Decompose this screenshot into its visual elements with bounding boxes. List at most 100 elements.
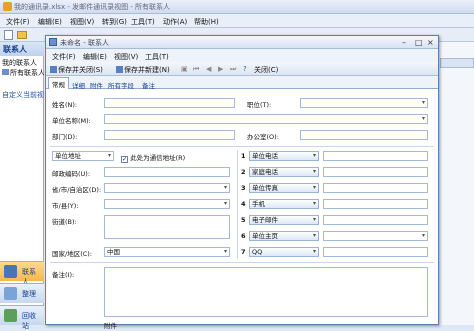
phone-3-type[interactable]: 单位传真 xyxy=(249,183,319,193)
main-menu-bar: 文件(F) 编辑(E) 视图(V) 转到(G) 工具(T) 动作(A) 帮助(H… xyxy=(0,14,474,28)
general-form: 姓名(N): 职位(T): 单位名称(M): 部门(D): 办公室(O): 单位… xyxy=(46,89,438,330)
phone-5-input[interactable] xyxy=(323,215,428,225)
tab-all-fields[interactable]: 所有字段 xyxy=(104,78,138,90)
sidebar: 联系人 我的联系人 所有联系人 自定义当前视图... 联系人 整理 回收站 xyxy=(0,42,44,330)
menu-tools[interactable]: 工具(T) xyxy=(131,17,155,27)
preferred-address-checkbox[interactable]: ✓ 此处为通信地址(R) xyxy=(121,152,185,163)
recycle-bin-icon xyxy=(4,309,17,322)
bottom-attachment-label: 附件 xyxy=(104,322,117,330)
minimize-button[interactable]: – xyxy=(402,38,406,47)
position-label: 职位(T): xyxy=(247,101,272,109)
sidebar-header: 联系人 xyxy=(0,42,44,56)
tab-notes[interactable]: 备注 xyxy=(138,78,159,90)
phone-1-input[interactable] xyxy=(323,151,428,161)
save-new-button[interactable]: 保存并新建(N) xyxy=(116,65,170,75)
close-button[interactable]: 关闭(C) xyxy=(254,65,278,75)
close-window-button[interactable]: × xyxy=(427,38,434,47)
prev-record-icon[interactable]: ◀ xyxy=(206,65,211,73)
position-select[interactable] xyxy=(300,98,428,108)
dialog-title-bar: 未命名 - 联系人 – □ × xyxy=(46,36,438,49)
menu-actions[interactable]: 动作(A) xyxy=(163,17,187,27)
country-select[interactable]: 中国 xyxy=(104,247,230,257)
notes-label: 备注(I): xyxy=(52,271,75,279)
city-select[interactable] xyxy=(104,199,230,209)
phone-4-input[interactable] xyxy=(323,199,428,209)
dialog-menu-view[interactable]: 视图(V) xyxy=(114,52,138,62)
nav-organize[interactable]: 整理 xyxy=(0,283,44,303)
company-select[interactable] xyxy=(104,114,428,124)
menu-help[interactable]: 帮助(H) xyxy=(194,17,219,27)
dialog-menu-edit[interactable]: 编辑(E) xyxy=(83,52,107,62)
phone-6-input[interactable] xyxy=(323,231,428,241)
phone-2-input[interactable] xyxy=(323,167,428,177)
menu-edit[interactable]: 编辑(E) xyxy=(38,17,62,27)
phone-4-type[interactable]: 手机 xyxy=(249,199,319,209)
phone-6-type[interactable]: 单位主页 xyxy=(249,231,319,241)
notes-divider xyxy=(50,262,434,263)
folder-icon[interactable] xyxy=(17,31,27,39)
tab-general[interactable]: 常规 xyxy=(48,77,69,89)
organize-icon xyxy=(4,287,17,300)
app-icon xyxy=(3,2,12,11)
phone-7-type[interactable]: QQ xyxy=(249,247,319,257)
contacts-icon xyxy=(2,69,9,75)
dialog-menu-file[interactable]: 文件(F) xyxy=(52,52,76,62)
address-type-select[interactable]: 单位地址 xyxy=(52,151,114,161)
new-icon[interactable] xyxy=(4,30,13,40)
postal-code-label: 邮政编码(U): xyxy=(52,170,91,178)
save-close-button[interactable]: 保存并关闭(S) xyxy=(50,65,103,75)
postal-code-input[interactable] xyxy=(104,167,230,177)
office-input[interactable] xyxy=(300,130,428,140)
app-title: 我的通讯录.xlsx - 发邮件通讯录视图 - 所有联系人 xyxy=(14,3,171,11)
city-label: 市/县(Y): xyxy=(52,202,79,210)
print-icon[interactable]: ▣ xyxy=(181,65,188,73)
phone-3-number: 3 xyxy=(241,184,246,192)
save-icon xyxy=(50,66,57,73)
phone-2-number: 2 xyxy=(241,168,246,176)
save-new-icon xyxy=(116,66,123,73)
vertical-divider xyxy=(237,150,238,259)
country-label: 国家/地区(C): xyxy=(52,250,92,258)
notes-textarea[interactable] xyxy=(104,267,428,317)
dialog-menu-tools[interactable]: 工具(T) xyxy=(145,52,169,62)
department-input[interactable] xyxy=(104,130,235,140)
phone-3-input[interactable] xyxy=(323,183,428,193)
contact-dialog: 未命名 - 联系人 – □ × 文件(F) 编辑(E) 视图(V) 工具(T) … xyxy=(45,35,439,330)
right-header-strip xyxy=(440,58,474,68)
phone-1-type[interactable]: 单位电话 xyxy=(249,151,319,161)
menu-file[interactable]: 文件(F) xyxy=(6,17,30,27)
department-label: 部门(D): xyxy=(52,133,78,141)
province-label: 省/市/自治区(D): xyxy=(52,186,102,194)
help-icon[interactable]: ? xyxy=(243,65,247,73)
checkbox-icon: ✓ xyxy=(121,156,128,163)
my-contacts-label: 我的联系人 xyxy=(2,59,37,67)
contact-card-icon xyxy=(49,38,57,46)
dialog-menu-bar: 文件(F) 编辑(E) 视图(V) 工具(T) xyxy=(46,49,438,62)
all-contacts-item[interactable]: 所有联系人 xyxy=(2,68,44,78)
contacts-nav-icon xyxy=(4,265,17,278)
nav-recycle-bin[interactable]: 回收站 xyxy=(0,305,44,330)
last-record-icon[interactable]: ⏭ xyxy=(230,65,236,74)
province-select[interactable] xyxy=(104,183,230,193)
app-title-bar: 我的通讯录.xlsx - 发邮件通讯录视图 - 所有联系人 xyxy=(0,0,474,14)
phone-7-input[interactable] xyxy=(323,247,428,257)
dialog-toolbar: 保存并关闭(S) 保存并新建(N) ▣ ⏮ ◀ ▶ ⏭ ? 关闭(C) xyxy=(46,62,438,76)
phone-5-type[interactable]: 电子邮件 xyxy=(249,215,319,225)
dialog-tabs: 常规 详细 附件 所有字段 备注 xyxy=(46,76,438,90)
phone-1-number: 1 xyxy=(241,152,246,160)
dialog-title: 未命名 - 联系人 xyxy=(60,39,109,47)
custom-view-link[interactable]: 自定义当前视图... xyxy=(2,90,44,100)
first-record-icon[interactable]: ⏮ xyxy=(193,65,199,74)
phone-7-number: 7 xyxy=(241,248,246,256)
maximize-button[interactable]: □ xyxy=(415,38,423,47)
next-record-icon[interactable]: ▶ xyxy=(218,65,223,73)
name-label: 姓名(N): xyxy=(52,101,78,109)
menu-view[interactable]: 视图(V) xyxy=(70,17,94,27)
phone-2-type[interactable]: 家庭电话 xyxy=(249,167,319,177)
menu-goto[interactable]: 转到(G) xyxy=(102,17,127,27)
form-divider xyxy=(50,146,434,147)
phone-6-number: 6 xyxy=(241,232,246,240)
street-input[interactable] xyxy=(104,215,230,239)
nav-contacts[interactable]: 联系人 xyxy=(0,261,44,286)
name-input[interactable] xyxy=(104,98,235,108)
